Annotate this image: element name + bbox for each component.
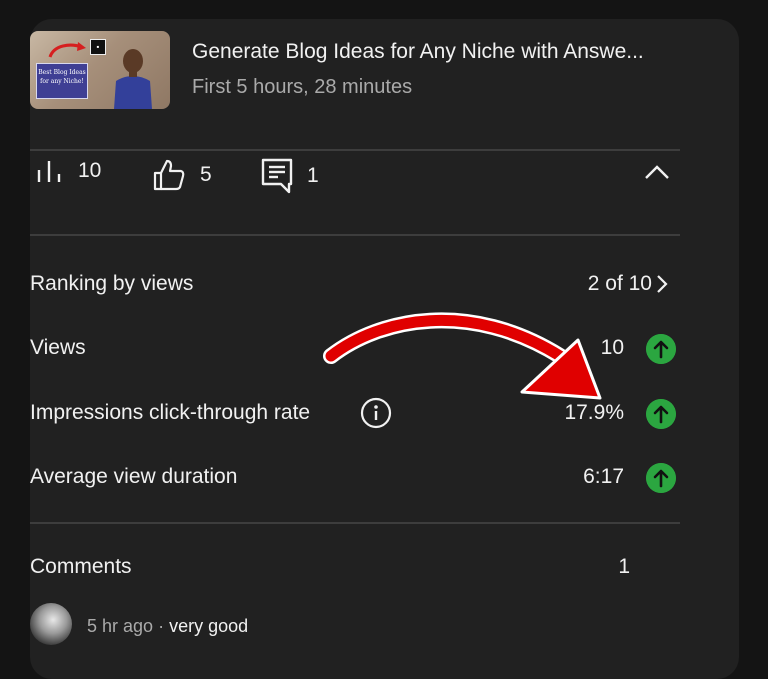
avd-value: 6:17 xyxy=(583,465,624,488)
thumbnail-arrow-graphic xyxy=(48,42,86,58)
views-metric-row: Views 10 xyxy=(30,328,680,368)
trend-up-icon xyxy=(646,399,676,429)
comment-meta: 5 hr ago · very good xyxy=(87,616,248,637)
video-header[interactable]: ■ Best Blog Ideas for any Niche! Generat… xyxy=(30,31,680,109)
comments-stat[interactable]: 1 xyxy=(261,158,319,194)
likes-stat[interactable]: 5 xyxy=(152,158,212,192)
ctr-value: 17.9% xyxy=(564,401,624,424)
comments-label: Comments xyxy=(30,555,132,578)
views-label: Views xyxy=(30,336,86,359)
views-count: 10 xyxy=(78,159,102,182)
comment-separator: · xyxy=(153,616,170,636)
views-stat[interactable]: 10 xyxy=(36,158,101,184)
avd-label: Average view duration xyxy=(30,465,238,488)
comment-time: 5 hr ago xyxy=(87,616,154,636)
divider xyxy=(30,234,680,236)
ctr-metric-row: Impressions click-through rate 17.9% xyxy=(30,393,680,433)
divider xyxy=(30,522,680,524)
comment-icon xyxy=(261,158,293,194)
video-time-range: First 5 hours, 28 minutes xyxy=(192,76,413,98)
comments-count: 1 xyxy=(307,164,319,187)
trend-up-icon xyxy=(646,334,676,364)
thumbnail-person-image xyxy=(114,49,152,109)
comments-total: 1 xyxy=(618,555,630,578)
avatar[interactable] xyxy=(30,603,72,645)
avd-metric-row: Average view duration 6:17 xyxy=(30,457,680,497)
comment-item[interactable]: 5 hr ago · very good xyxy=(30,603,680,647)
stats-row: 10 5 1 xyxy=(30,150,680,200)
info-icon[interactable] xyxy=(360,397,392,429)
chevron-up-icon[interactable] xyxy=(644,164,670,180)
video-thumbnail[interactable]: ■ Best Blog Ideas for any Niche! xyxy=(30,31,170,109)
bar-chart-icon xyxy=(37,161,61,182)
views-value: 10 xyxy=(600,336,624,359)
thumbs-up-icon xyxy=(153,159,185,191)
comments-row[interactable]: Comments 1 xyxy=(30,553,680,583)
video-title[interactable]: Generate Blog Ideas for Any Niche with A… xyxy=(192,40,692,64)
ranking-value: 2 of 10 xyxy=(587,272,652,295)
thumbnail-sign: Best Blog Ideas for any Niche! xyxy=(36,63,88,99)
thumbnail-logo: ■ xyxy=(90,39,106,55)
likes-count: 5 xyxy=(200,163,212,186)
ctr-label: Impressions click-through rate xyxy=(30,401,311,424)
chevron-right-icon[interactable] xyxy=(656,274,668,294)
trend-up-icon xyxy=(646,463,676,493)
ranking-row[interactable]: Ranking by views 2 of 10 xyxy=(30,264,680,304)
comment-text: very good xyxy=(169,616,249,636)
ranking-label: Ranking by views xyxy=(30,272,194,295)
